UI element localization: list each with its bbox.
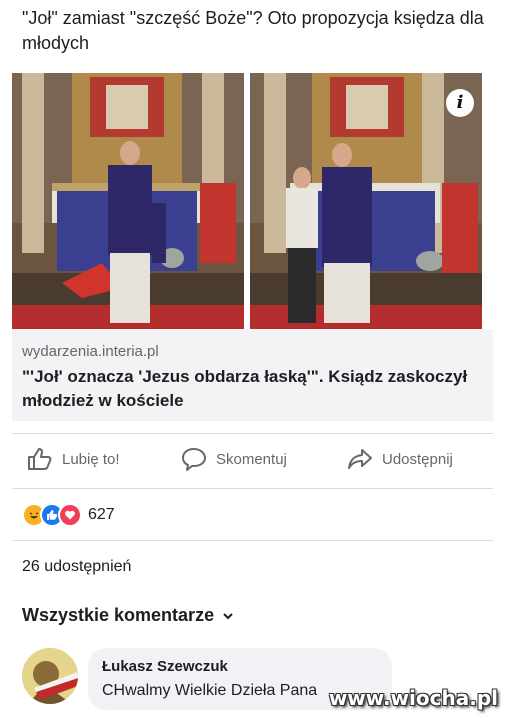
comment-icon (182, 448, 206, 471)
avatar-image (22, 648, 78, 704)
link-preview-card[interactable]: wydarzenia.interia.pl "'Joł' oznacza 'Je… (12, 329, 493, 421)
share-button[interactable]: Udostępnij (346, 446, 453, 472)
post-actions-bar: Lubię to! Skomentuj Udostępnij (12, 440, 493, 482)
reactions-summary[interactable]: 627 (22, 503, 115, 527)
comment-label: Skomentuj (216, 450, 287, 468)
church-altar-image (250, 73, 482, 329)
site-watermark: www.wiocha.pl (328, 686, 498, 710)
link-domain: wydarzenia.interia.pl (22, 343, 159, 360)
priest-blessing-photo[interactable]: i (250, 73, 482, 329)
like-button[interactable]: Lubię to! (26, 446, 120, 472)
comments-filter-dropdown[interactable]: Wszystkie komentarze (22, 605, 234, 626)
like-label: Lubię to! (62, 450, 120, 468)
info-icon[interactable]: i (446, 89, 474, 117)
link-title[interactable]: "'Joł' oznacza 'Jezus obdarza łaską'". K… (22, 365, 477, 413)
comment-button[interactable]: Skomentuj (180, 446, 287, 472)
comment-author[interactable]: Łukasz Szewczuk (102, 658, 228, 675)
share-count[interactable]: 26 udostępnień (22, 558, 131, 576)
comment-text: CHwalmy Wielkie Dzieła Pana (102, 682, 318, 699)
chevron-down-icon (223, 612, 233, 619)
church-altar-image (12, 73, 244, 329)
comments-header: Wszystkie komentarze (22, 605, 215, 625)
avatar[interactable] (22, 648, 78, 704)
divider (12, 433, 493, 434)
thumbs-up-icon (28, 448, 52, 470)
share-icon (348, 449, 372, 469)
divider (12, 488, 493, 489)
post-text: "Joł" zamiast "szczęść Boże"? Oto propoz… (22, 8, 484, 53)
share-label: Udostępnij (382, 450, 453, 468)
divider (12, 540, 493, 541)
reaction-count: 627 (88, 506, 115, 523)
priest-speaking-photo[interactable] (12, 73, 244, 329)
love-reaction-icon (58, 503, 82, 527)
